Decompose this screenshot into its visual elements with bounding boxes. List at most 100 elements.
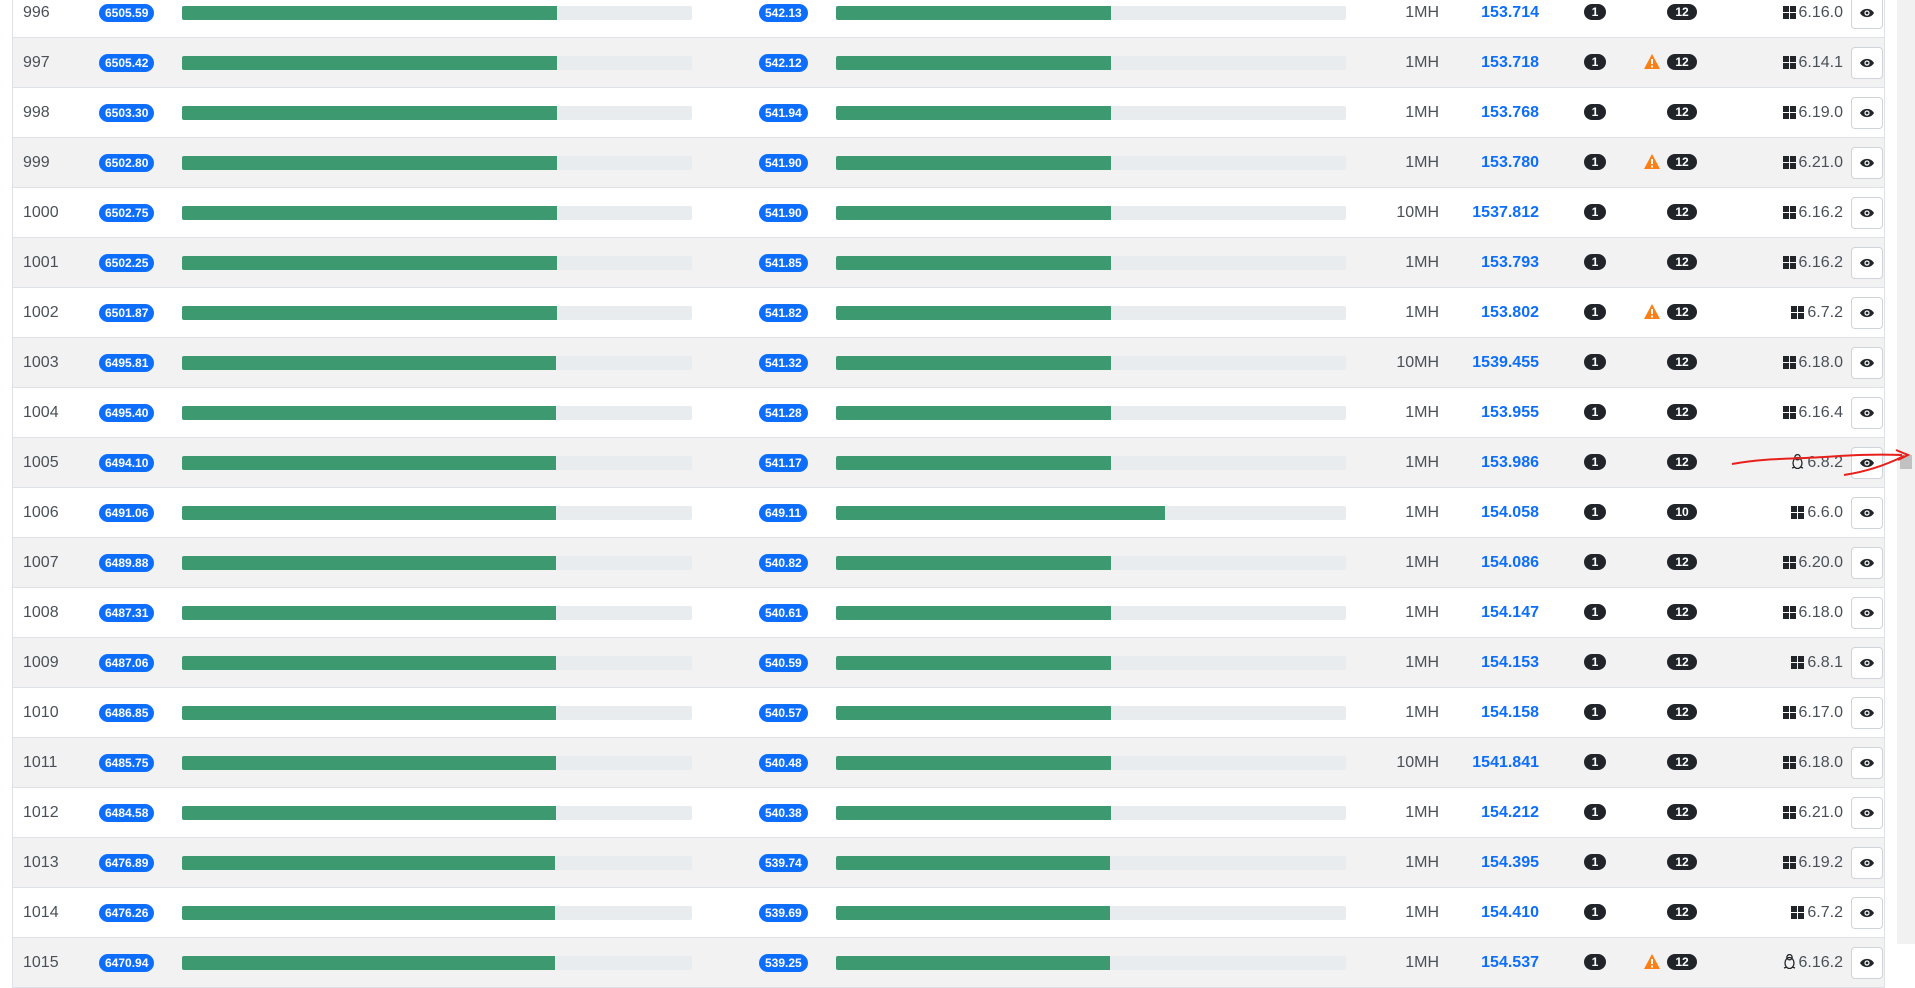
price-link[interactable]: 153.955 (1449, 388, 1539, 437)
price-link[interactable]: 154.086 (1449, 538, 1539, 587)
score-bar-fill (182, 606, 556, 620)
price-link[interactable]: 153.768 (1449, 88, 1539, 137)
version-label: 6.21.0 (1798, 804, 1843, 821)
secondary-score-bar (836, 706, 1346, 720)
secondary-score-bar (836, 906, 1346, 920)
view-button[interactable] (1851, 547, 1883, 579)
size-cell: 1MH (1405, 804, 1439, 821)
count-badge: 1 (1584, 254, 1606, 270)
count-badge-secondary: 12 (1667, 54, 1697, 70)
size-cell: 1MH (1405, 554, 1439, 571)
warning-icon (1644, 54, 1660, 69)
table-row: 1014 6476.26 539.69 1MH 154.410 1 12 6.7… (13, 888, 1884, 938)
score-bar-fill (182, 906, 556, 920)
secondary-score-bar-fill (836, 956, 1110, 970)
view-button[interactable] (1851, 197, 1883, 229)
view-button[interactable] (1851, 397, 1883, 429)
secondary-score-bar-fill (836, 506, 1166, 520)
count-badge-secondary: 12 (1667, 554, 1697, 570)
price-link[interactable]: 153.986 (1449, 438, 1539, 487)
view-button[interactable] (1851, 747, 1883, 779)
secondary-score-bar (836, 456, 1346, 470)
count-badge-secondary: 12 (1667, 604, 1697, 620)
price-link[interactable]: 154.212 (1449, 788, 1539, 837)
size-cell: 1MH (1405, 954, 1439, 971)
price-link[interactable]: 154.158 (1449, 688, 1539, 737)
price-link[interactable]: 154.395 (1449, 838, 1539, 887)
view-button[interactable] (1851, 147, 1883, 179)
secondary-score-badge: 541.90 (759, 154, 808, 172)
count-badge-secondary: 12 (1667, 404, 1697, 420)
count-badge: 1 (1584, 54, 1606, 70)
view-button[interactable] (1851, 697, 1883, 729)
rank-cell: 1004 (23, 404, 59, 421)
price-link[interactable]: 154.153 (1449, 638, 1539, 687)
view-button[interactable] (1851, 597, 1883, 629)
count-badge-secondary: 12 (1667, 454, 1697, 470)
price-link[interactable]: 1539.455 (1449, 338, 1539, 387)
view-button[interactable] (1851, 47, 1883, 79)
view-button[interactable] (1851, 947, 1883, 979)
price-link[interactable]: 153.718 (1449, 38, 1539, 87)
score-bar-fill (182, 256, 557, 270)
price-link[interactable]: 154.537 (1449, 938, 1539, 987)
view-button[interactable] (1851, 0, 1883, 29)
table-row: 1002 6501.87 541.82 1MH 153.802 1 12 6.7… (13, 288, 1884, 338)
os-version: 6.7.2 (1753, 888, 1843, 937)
view-button[interactable] (1851, 847, 1883, 879)
secondary-score-badge: 540.57 (759, 704, 808, 722)
windows-icon (1782, 556, 1796, 569)
price-link[interactable]: 153.714 (1449, 0, 1539, 37)
view-button[interactable] (1851, 247, 1883, 279)
price-link[interactable]: 153.793 (1449, 238, 1539, 287)
price-link[interactable]: 153.780 (1449, 138, 1539, 187)
version-label: 6.7.2 (1807, 304, 1843, 321)
score-bar (182, 156, 692, 170)
os-version: 6.19.2 (1753, 838, 1843, 887)
rank-cell: 1007 (23, 554, 59, 571)
count-badge: 1 (1584, 954, 1606, 970)
size-cell: 1MH (1405, 704, 1439, 721)
price-link[interactable]: 1537.812 (1449, 188, 1539, 237)
rank-cell: 1013 (23, 854, 59, 871)
rank-cell: 1015 (23, 954, 59, 971)
rank-cell: 1014 (23, 904, 59, 921)
score-bar-fill (182, 706, 556, 720)
table-row: 1008 6487.31 540.61 1MH 154.147 1 12 6.1… (13, 588, 1884, 638)
price-link[interactable]: 1541.841 (1449, 738, 1539, 787)
rank-cell: 1009 (23, 654, 59, 671)
count-badge-secondary: 12 (1667, 704, 1697, 720)
rank-cell: 1011 (23, 754, 58, 771)
version-label: 6.16.2 (1798, 954, 1843, 971)
version-label: 6.19.2 (1798, 854, 1843, 871)
score-badge: 6476.26 (99, 904, 155, 922)
view-button[interactable] (1851, 297, 1883, 329)
os-version: 6.19.0 (1753, 88, 1843, 137)
view-button[interactable] (1851, 497, 1883, 529)
table-row: 1015 6470.94 539.25 1MH 154.537 1 12 6.1… (13, 938, 1884, 988)
windows-icon (1791, 656, 1805, 669)
os-version: 6.7.2 (1753, 288, 1843, 337)
count-badge-secondary: 12 (1667, 304, 1697, 320)
score-badge: 6502.25 (99, 254, 155, 272)
price-link[interactable]: 154.410 (1449, 888, 1539, 937)
eye-icon (1860, 108, 1874, 118)
view-button[interactable] (1851, 647, 1883, 679)
eye-icon (1860, 858, 1874, 868)
version-label: 6.18.0 (1798, 754, 1843, 771)
price-link[interactable]: 153.802 (1449, 288, 1539, 337)
eye-icon (1860, 908, 1874, 918)
view-button[interactable] (1851, 97, 1883, 129)
price-link[interactable]: 154.058 (1449, 488, 1539, 537)
windows-icon (1782, 106, 1796, 119)
size-cell: 1MH (1405, 504, 1439, 521)
view-button[interactable] (1851, 347, 1883, 379)
view-button[interactable] (1851, 797, 1883, 829)
secondary-score-bar-fill (836, 56, 1112, 70)
score-badge: 6491.06 (99, 504, 155, 522)
price-link[interactable]: 154.147 (1449, 588, 1539, 637)
version-label: 6.8.1 (1807, 654, 1843, 671)
score-bar-fill (182, 406, 557, 420)
count-badge: 1 (1584, 604, 1606, 620)
view-button[interactable] (1851, 897, 1883, 929)
